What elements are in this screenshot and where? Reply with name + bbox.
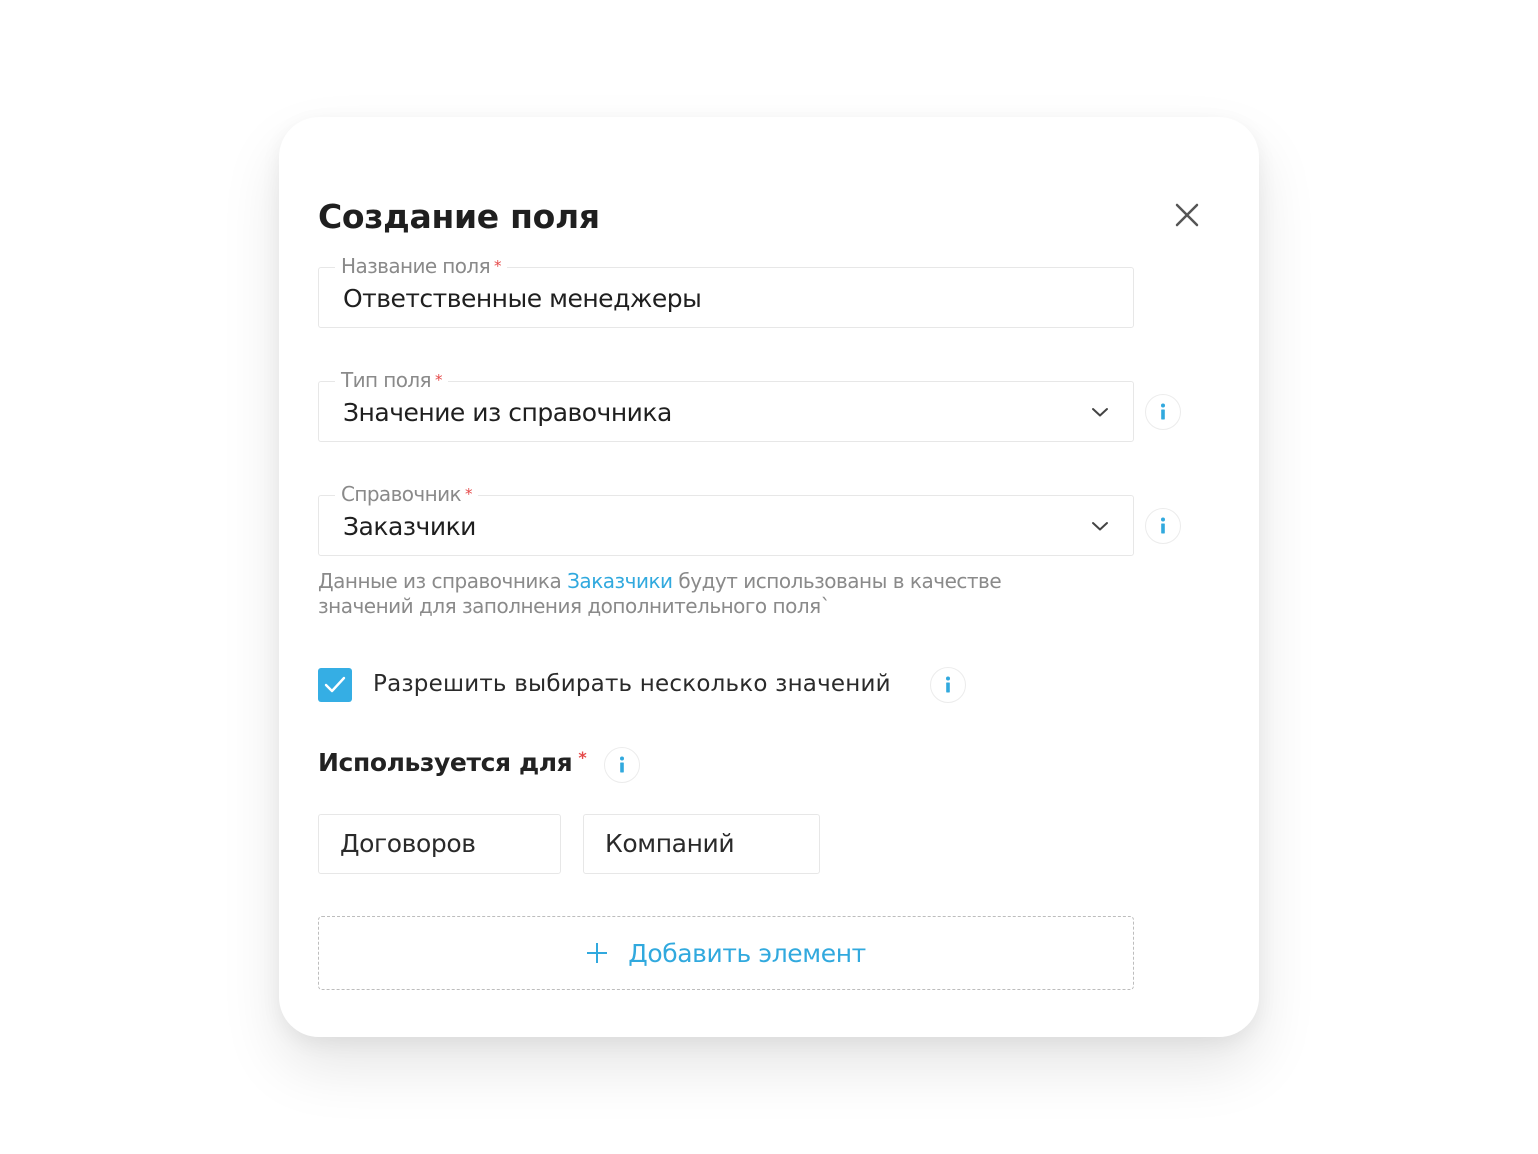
dialog-title: Создание поля — [318, 197, 600, 236]
required-mark: * — [434, 371, 442, 389]
field-type-info-button[interactable] — [1145, 394, 1181, 430]
used-for-info-button[interactable] — [604, 747, 640, 783]
directory-select[interactable]: Справочник * Заказчики — [318, 482, 1134, 556]
chevron-down-icon — [1092, 522, 1108, 531]
multi-select-checkbox[interactable] — [318, 668, 352, 702]
info-icon — [620, 756, 624, 773]
used-for-chip[interactable]: Компаний — [583, 814, 820, 874]
add-element-button[interactable]: Добавить элемент — [318, 916, 1134, 990]
required-mark: * — [494, 257, 501, 275]
plus-icon — [587, 943, 608, 963]
field-name-input[interactable]: Название поля * Ответственные менеджеры — [318, 254, 1134, 328]
add-element-label: Добавить элемент — [628, 938, 866, 968]
field-type-select[interactable]: Тип поля * Значение из справочника — [318, 368, 1134, 442]
field-name-value: Ответственные менеджеры — [343, 284, 702, 313]
multi-select-info-button[interactable] — [930, 667, 966, 703]
directory-info-button[interactable] — [1145, 508, 1181, 544]
info-icon — [1161, 517, 1165, 534]
required-mark: * — [578, 748, 587, 767]
multi-select-label[interactable]: Разрешить выбирать несколько значений — [373, 671, 891, 697]
directory-link[interactable]: Заказчики — [567, 569, 673, 593]
directory-label: Справочник * — [335, 482, 478, 506]
close-button[interactable] — [1172, 200, 1202, 230]
directory-hint: Данные из справочника Заказчики будут ис… — [318, 569, 1002, 618]
directory-value: Заказчики — [343, 512, 476, 541]
chevron-down-icon — [1092, 408, 1108, 417]
field-type-label: Тип поля * — [335, 368, 448, 392]
checkmark-icon — [324, 676, 346, 693]
used-for-title: Используется для * — [318, 748, 587, 777]
field-name-label: Название поля * — [335, 254, 507, 278]
used-for-chip[interactable]: Договоров — [318, 814, 561, 874]
info-icon — [1161, 403, 1165, 420]
required-mark: * — [465, 485, 472, 503]
create-field-dialog: Создание поля Название поля * Ответственн… — [279, 117, 1259, 1037]
info-icon — [946, 676, 950, 693]
close-icon — [1175, 203, 1199, 227]
field-type-value: Значение из справочника — [343, 398, 672, 427]
